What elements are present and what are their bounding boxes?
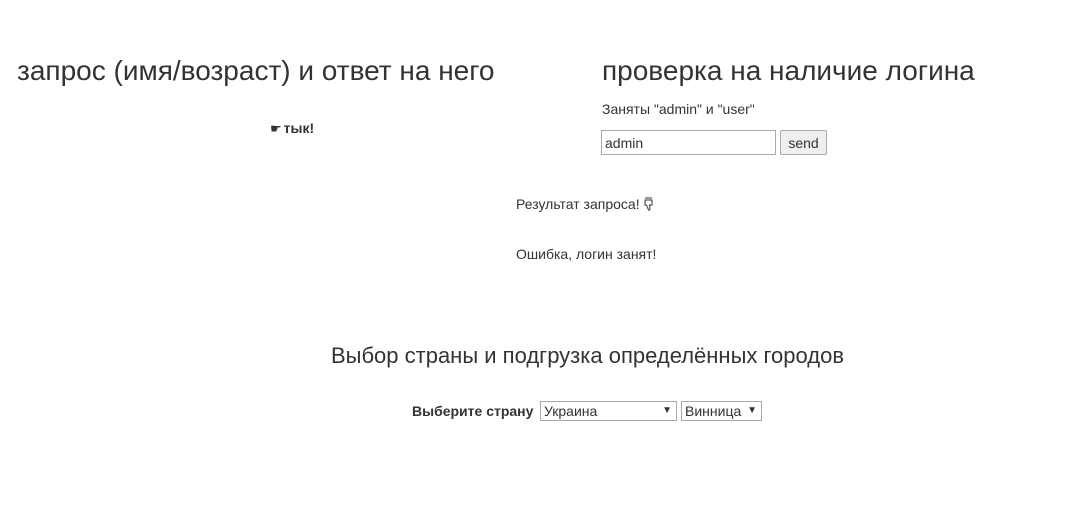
login-input[interactable]: [601, 130, 776, 155]
country-select-value: Украина: [544, 403, 598, 419]
city-select-value: Винница: [685, 403, 742, 419]
tyk-label: тык!: [283, 120, 315, 136]
tyk-link[interactable]: ☛ тык!: [270, 120, 314, 137]
dropdown-arrow-icon: ▼: [747, 405, 757, 416]
thumbs-down-icon: [643, 196, 654, 212]
send-button[interactable]: send: [780, 130, 827, 155]
request-result-title: Результат запроса!: [516, 196, 654, 212]
pointing-hand-icon: ☛: [270, 121, 282, 136]
page: запрос (имя/возраст) и ответ на него ☛ ты…: [0, 0, 1065, 532]
login-check-heading: проверка на наличие логина: [602, 55, 975, 86]
login-taken-error: Ошибка, логин занят!: [516, 246, 657, 262]
name-age-request-heading: запрос (имя/возраст) и ответ на него: [17, 55, 495, 86]
taken-logins-note: Заняты "admin" и "user": [602, 101, 755, 117]
dropdown-arrow-icon: ▼: [662, 405, 672, 416]
choose-country-label: Выберите страну: [412, 403, 534, 419]
city-select[interactable]: Винница ▼: [681, 401, 762, 421]
result-title-text: Результат запроса!: [516, 196, 640, 212]
country-select[interactable]: Украина ▼: [540, 401, 677, 421]
country-city-heading: Выбор страны и подгрузка определённых го…: [330, 343, 845, 368]
